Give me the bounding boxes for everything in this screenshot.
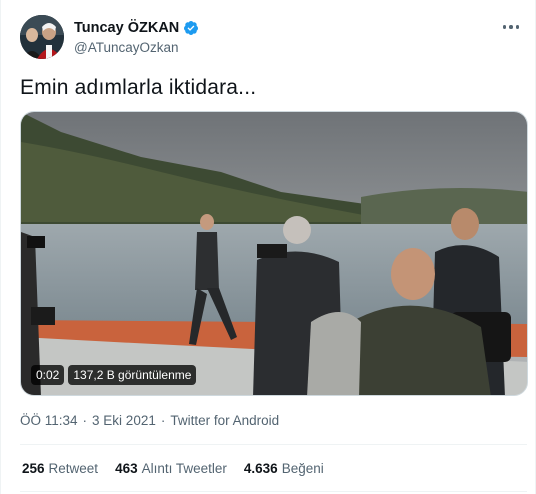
display-name[interactable]: Tuncay ÖZKAN — [74, 20, 179, 36]
video-view-count: 137,2 B görüntülenme — [68, 365, 197, 385]
quote-tweet-count-label: Alıntı Tweetler — [141, 461, 227, 476]
meta-separator: · — [82, 413, 88, 428]
retweet-count[interactable]: 256 Retweet — [22, 461, 98, 476]
divider — [20, 444, 527, 445]
avatar[interactable] — [20, 15, 64, 59]
retweet-count-label: Retweet — [48, 461, 99, 476]
tweet-card: Tuncay ÖZKAN @ATuncayOzkan Emin adımlarl… — [0, 0, 536, 494]
quote-tweet-count-value: 463 — [115, 461, 138, 476]
video-frame — [21, 112, 527, 395]
video-player[interactable]: 0:02 137,2 B görüntülenme — [20, 111, 528, 396]
tweet-source[interactable]: Twitter for Android — [170, 413, 279, 428]
quote-tweet-count[interactable]: 463 Alıntı Tweetler — [115, 461, 227, 476]
video-duration: 0:02 — [31, 365, 65, 385]
meta-separator: · — [160, 413, 166, 428]
tweet-stats: 256 Retweet 463 Alıntı Tweetler 4.636 Be… — [22, 461, 324, 476]
divider — [20, 491, 527, 492]
retweet-count-value: 256 — [22, 461, 45, 476]
tweet-meta: ÖÖ 11:34 · 3 Eki 2021 · Twitter for Andr… — [20, 413, 279, 428]
like-count-value: 4.636 — [243, 461, 278, 476]
name-row: Tuncay ÖZKAN — [74, 20, 199, 36]
verified-badge-icon — [184, 21, 199, 35]
more-horizontal-icon[interactable] — [499, 17, 523, 37]
tweet-time[interactable]: ÖÖ 11:34 — [20, 413, 78, 428]
tweet-date[interactable]: 3 Eki 2021 — [92, 413, 156, 428]
tweet-text: Emin adımlarla iktidara... — [20, 76, 257, 99]
video-badges: 0:02 137,2 B görüntülenme — [31, 365, 197, 385]
tweet-header: Tuncay ÖZKAN @ATuncayOzkan — [20, 15, 527, 63]
like-count[interactable]: 4.636 Beğeni — [244, 461, 324, 476]
like-count-label: Beğeni — [281, 461, 324, 476]
handle[interactable]: @ATuncayOzkan — [74, 40, 179, 55]
